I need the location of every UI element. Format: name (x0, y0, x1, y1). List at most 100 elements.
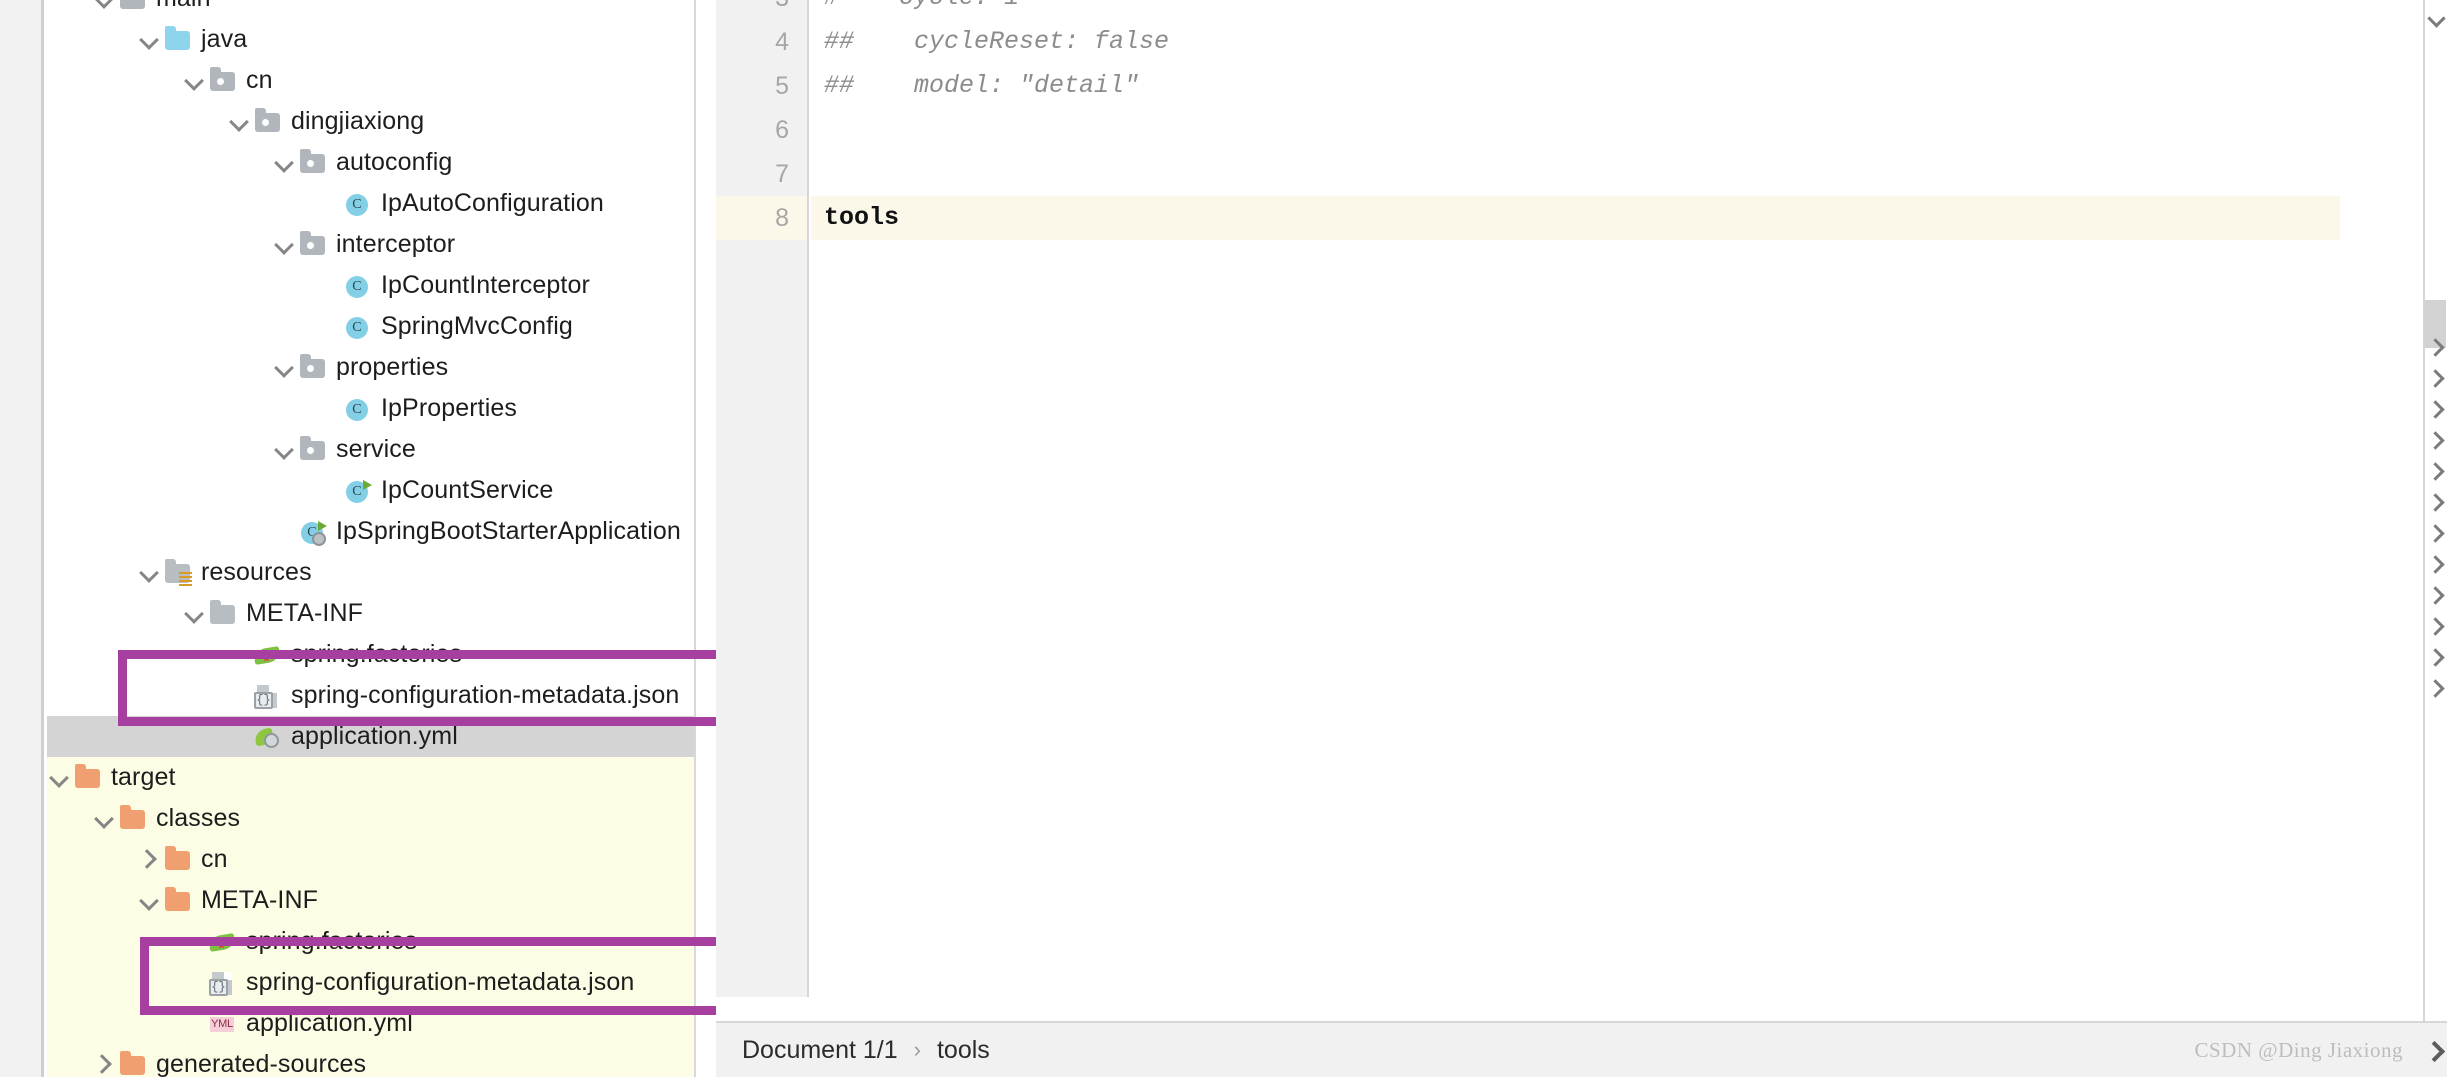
editor-code-area[interactable]: # cycle: 1## cycleReset: false## model: … (811, 0, 2340, 997)
tree-row[interactable]: {} spring-configuration-metadata.json (47, 962, 716, 1003)
chevron-right-icon-watermark[interactable] (2426, 1040, 2445, 1059)
tree-row[interactable]: interceptor (47, 224, 716, 265)
chevron-right-icon[interactable] (2428, 493, 2445, 510)
tree-vertical-scrollbar[interactable] (694, 0, 716, 1077)
breadcrumb-status-bar: Document 1/1 › tools (716, 1021, 2447, 1077)
code-line[interactable]: # cycle: 1 (811, 0, 2340, 20)
tree-row[interactable]: spring.factories (47, 921, 716, 962)
tree-row[interactable]: java (47, 19, 716, 60)
tree-row-label: spring.factories (246, 927, 418, 955)
tree-row-label: application.yml (291, 722, 458, 750)
editor-panel[interactable]: 3 4 5 6 7 8 # cycle: 1## cycleReset: false## … (716, 0, 2447, 1077)
chevron-down-icon[interactable] (47, 757, 73, 798)
tree-row[interactable]: YML application.yml (47, 1003, 716, 1044)
code-line[interactable]: tools (811, 196, 2340, 240)
folder-icon (118, 0, 148, 12)
breadcrumb-separator-icon: › (913, 1037, 921, 1062)
chevron-down-icon[interactable] (272, 224, 298, 265)
chevron-down-icon[interactable] (272, 429, 298, 470)
breadcrumb-document[interactable]: Document 1/1 (742, 1036, 898, 1065)
package-folder-icon (298, 353, 328, 381)
chevron-down-icon[interactable] (182, 60, 208, 101)
tree-row[interactable]: cn (47, 60, 716, 101)
code-line[interactable] (811, 108, 2340, 152)
chevron-right-icon[interactable] (2428, 369, 2445, 386)
chevron-down-icon[interactable] (182, 593, 208, 634)
chevron-right-icon[interactable] (2428, 431, 2445, 448)
tree-row[interactable]: main (47, 0, 716, 19)
line-number: 3 (716, 0, 807, 20)
tree-arrow-spacer (317, 306, 343, 347)
chevron-down-icon[interactable] (137, 880, 163, 921)
chevron-down-icon[interactable] (92, 0, 118, 19)
tree-row[interactable]: autoconfig (47, 142, 716, 183)
project-tree-list[interactable]: main java cn dingjiaxiong autoconfig C IpAutoC… (47, 0, 716, 1077)
tree-row[interactable]: META-INF (47, 880, 716, 921)
breadcrumb-node[interactable]: tools (937, 1036, 990, 1065)
java-class-icon: C (343, 273, 373, 299)
tree-row[interactable]: cn (47, 839, 716, 880)
chevron-right-icon[interactable] (2428, 648, 2445, 665)
chevron-down-icon[interactable] (227, 101, 253, 142)
tree-row[interactable]: C IpProperties (47, 388, 716, 429)
tree-row[interactable]: classes (47, 798, 716, 839)
chevron-right-icon[interactable] (92, 1044, 118, 1077)
resources-folder-icon (163, 558, 193, 586)
project-tree-panel[interactable]: main java cn dingjiaxiong autoconfig C IpAutoC… (0, 0, 716, 1077)
folder-icon (118, 804, 148, 832)
chevron-right-icon[interactable] (2428, 524, 2445, 541)
chevron-right-icon[interactable] (2428, 617, 2445, 634)
tree-row[interactable]: META-INF (47, 593, 716, 634)
tree-row[interactable]: application.yml (47, 716, 716, 757)
csdn-watermark: CSDN @Ding Jiaxiong (2194, 1038, 2403, 1062)
chevron-right-icon[interactable] (2428, 338, 2445, 355)
chevron-down-icon[interactable] (2428, 10, 2445, 27)
json-file-icon: {} (208, 970, 238, 996)
tree-row-label: spring-configuration-metadata.json (246, 968, 635, 996)
chevron-right-icon[interactable] (2428, 555, 2445, 572)
chevron-right-icon[interactable] (2428, 586, 2445, 603)
chevron-right-icon[interactable] (2428, 400, 2445, 417)
tree-row[interactable]: resources (47, 552, 716, 593)
tree-arrow-spacer (182, 962, 208, 1003)
tree-row[interactable]: target (47, 757, 716, 798)
tree-row[interactable]: dingjiaxiong (47, 101, 716, 142)
chevron-down-icon[interactable] (137, 552, 163, 593)
chevron-down-icon[interactable] (272, 347, 298, 388)
tree-row-label: main (156, 0, 211, 13)
chevron-down-icon[interactable] (272, 142, 298, 183)
tree-row[interactable]: generated-sources (47, 1044, 716, 1077)
package-folder-icon (298, 148, 328, 176)
tree-row[interactable]: C SpringMvcConfig (47, 306, 716, 347)
chevron-down-icon[interactable] (137, 19, 163, 60)
code-line[interactable] (811, 152, 2340, 196)
tree-row[interactable]: service (47, 429, 716, 470)
tree-row[interactable]: properties (47, 347, 716, 388)
editor-fold-chevron-column[interactable] (2421, 0, 2447, 1021)
code-line[interactable]: ## cycleReset: false (811, 20, 2340, 64)
chevron-down-icon[interactable] (92, 798, 118, 839)
folder-icon (163, 25, 193, 53)
tree-row[interactable]: spring.factories (47, 634, 716, 675)
folder-icon (208, 599, 238, 627)
chevron-right-icon[interactable] (137, 839, 163, 880)
code-line[interactable]: ## model: "detail" (811, 64, 2340, 108)
tree-row[interactable]: C IpCountService (47, 470, 716, 511)
tree-row[interactable]: C IpCountInterceptor (47, 265, 716, 306)
chevron-right-icon[interactable] (2428, 462, 2445, 479)
tree-row[interactable]: C IpSpringBootStarterApplication (47, 511, 716, 552)
tree-row-label: spring.factories (291, 640, 463, 668)
tree-row[interactable]: C IpAutoConfiguration (47, 183, 716, 224)
tree-row[interactable]: {} spring-configuration-metadata.json (47, 675, 716, 716)
java-class-icon: C (343, 396, 373, 422)
tree-row-label: autoconfig (336, 148, 453, 176)
chevron-right-icon[interactable] (2428, 679, 2445, 696)
